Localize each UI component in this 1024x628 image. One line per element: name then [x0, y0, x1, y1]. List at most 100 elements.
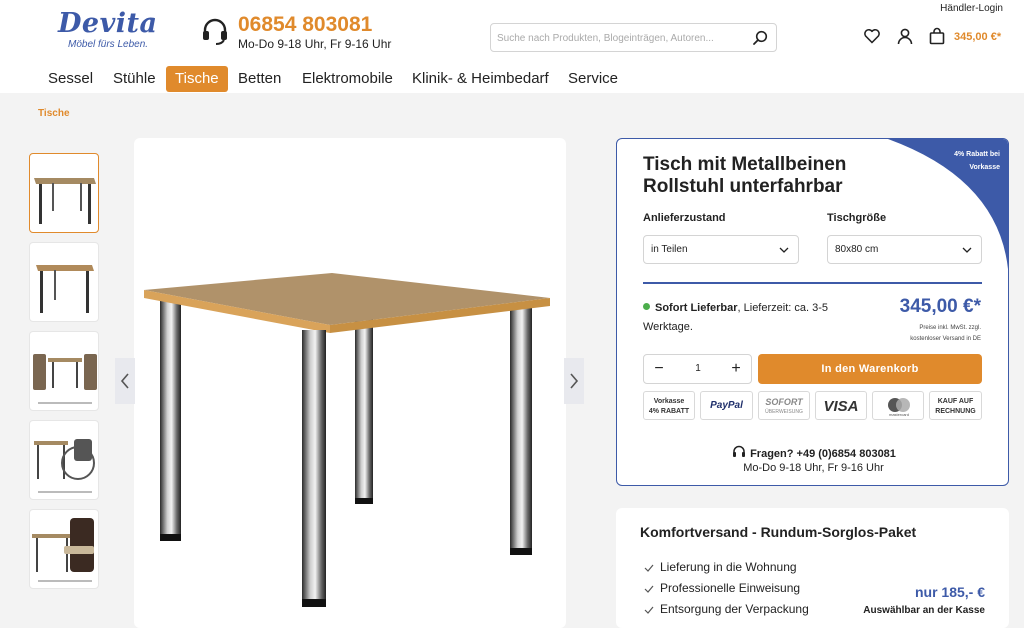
thumbnail-5[interactable]: [29, 509, 99, 589]
breadcrumb[interactable]: Tische: [38, 108, 70, 119]
search-bar: [490, 23, 777, 52]
search-input[interactable]: [497, 29, 745, 47]
promo-badge-text: 4% Rabatt bei Vorkasse: [930, 148, 1000, 174]
nav-item-sessel[interactable]: Sessel: [39, 66, 102, 92]
gallery-prev-button[interactable]: [115, 358, 135, 404]
thumbnail-4[interactable]: [29, 420, 99, 500]
headset-icon: [203, 18, 227, 45]
chevron-right-icon: [570, 373, 579, 389]
checkmark-icon: [644, 606, 654, 614]
table-size-value: 80x80 cm: [835, 244, 879, 255]
quantity-stepper: − 1 +: [643, 354, 752, 384]
divider: [643, 282, 982, 284]
availability-info: Sofort Lieferbar, Lieferzeit: ca. 3-5 We…: [643, 299, 858, 337]
table-size-select[interactable]: 80x80 cm: [827, 235, 982, 264]
checkmark-icon: [644, 564, 654, 572]
logo-tagline: Möbel fürs Leben.: [68, 39, 149, 50]
comfort-shipping-box: Komfortversand - Rundum-Sorglos-Paket Li…: [616, 508, 1009, 628]
comfort-feature-list: Lieferung in die Wohnung Professionelle …: [644, 558, 809, 621]
promo-line-1: 4% Rabatt bei: [954, 151, 1000, 158]
promo-line-2: Vorkasse: [969, 164, 1000, 171]
product-buy-box: 4% Rabatt bei Vorkasse Tisch mit Metallb…: [616, 138, 1009, 486]
delivery-state-select[interactable]: in Teilen: [643, 235, 799, 264]
help-phone-text: Fragen? +49 (0)6854 803081: [750, 448, 896, 460]
invoice-line-2: RECHNUNG: [935, 408, 976, 415]
thumbnail-1[interactable]: [29, 153, 99, 233]
gallery-next-button[interactable]: [564, 358, 584, 404]
product-title-line-1: Tisch mit Metallbeinen: [643, 154, 847, 175]
main-nav: Sessel Stühle Tische Betten Elektromobil…: [0, 64, 1024, 93]
logo-wordmark: Devita: [58, 8, 158, 39]
delivery-state-value: in Teilen: [651, 244, 688, 255]
visa-label: VISA: [823, 398, 859, 415]
table-thumbnail-image: [36, 265, 94, 313]
comfort-feature-text: Entsorgung der Verpackung: [660, 602, 809, 616]
price-note-line-1: Preise inkl. MwSt. zzgl.: [919, 325, 981, 331]
nav-item-elektromobile[interactable]: Elektromobile: [293, 66, 402, 92]
heart-icon[interactable]: [863, 27, 881, 45]
comfort-feature-item: Professionelle Einweisung: [644, 579, 809, 600]
product-title-line-2: Rollstuhl unterfahrbar: [643, 176, 843, 197]
chevron-down-icon: [779, 247, 789, 253]
sofort-line-2: ÜBERWEISUNG: [765, 409, 803, 415]
payment-vorkasse-badge: Vorkasse 4% RABATT: [643, 391, 695, 420]
payment-mastercard-badge: mastercard: [872, 391, 924, 420]
sofort-line-1: SOFORT: [765, 397, 803, 407]
user-icon[interactable]: [896, 27, 914, 45]
product-title: Tisch mit Metallbeinen Rollstuhl unterfa…: [643, 154, 933, 198]
help-hotline[interactable]: Fragen? +49 (0)6854 803081: [617, 444, 1008, 460]
vorkasse-line-1: Vorkasse: [653, 398, 685, 405]
product-price: 345,00 €*: [899, 296, 981, 317]
invoice-line-1: KAUF AUF: [937, 398, 974, 405]
nav-item-service[interactable]: Service: [559, 66, 627, 92]
nav-item-betten[interactable]: Betten: [229, 66, 290, 92]
site-header: Devita Möbel fürs Leben. 06854 803081 Mo…: [0, 0, 1024, 64]
product-image-table: [144, 273, 550, 607]
table-wheelchair-thumbnail-image: [34, 439, 95, 493]
quantity-decrease-button[interactable]: −: [650, 359, 668, 379]
add-to-cart-button[interactable]: In den Warenkorb: [758, 354, 982, 384]
paypal-label: PayPal: [710, 400, 743, 411]
payment-sofort-badge: SOFORT ÜBERWEISUNG: [758, 391, 810, 420]
delivery-state-label: Anlieferzustand: [643, 212, 726, 224]
payment-invoice-badge: KAUF AUF RECHNUNG: [929, 391, 982, 420]
table-thumbnail-image: [34, 178, 96, 224]
nav-item-stuehle[interactable]: Stühle: [104, 66, 165, 92]
comfort-feature-item: Entsorgung der Verpackung: [644, 600, 809, 621]
quantity-value[interactable]: 1: [684, 363, 712, 374]
payment-paypal-badge: PayPal: [700, 391, 753, 420]
availability-status: Sofort Lieferbar: [655, 302, 738, 314]
table-chairs-thumbnail-image: [33, 354, 97, 404]
thumbnail-2[interactable]: [29, 242, 99, 322]
dealer-login-link[interactable]: Händler-Login: [940, 3, 1003, 14]
phone-number[interactable]: 06854 803081: [238, 13, 372, 37]
nav-item-klinik-heimbedarf[interactable]: Klinik- & Heimbedarf: [403, 66, 558, 92]
price-note: Preise inkl. MwSt. zzgl. kostenloser Ver…: [871, 323, 981, 345]
search-icon[interactable]: [752, 30, 768, 46]
help-hours: Mo-Do 9-18 Uhr, Fr 9-16 Uhr: [743, 462, 884, 474]
comfort-title: Komfortversand - Rundum-Sorglos-Paket: [640, 524, 917, 540]
comfort-feature-text: Professionelle Einweisung: [660, 581, 801, 595]
cart-icon[interactable]: [928, 27, 946, 45]
table-armchair-thumbnail-image: [32, 518, 94, 582]
product-image-gallery: [134, 138, 566, 628]
table-size-label: Tischgröße: [827, 212, 887, 224]
comfort-note: Auswählbar an der Kasse: [863, 605, 985, 616]
comfort-feature-item: Lieferung in die Wohnung: [644, 558, 809, 579]
availability-dot-icon: [643, 303, 650, 310]
quantity-increase-button[interactable]: +: [727, 359, 745, 379]
nav-item-tische[interactable]: Tische: [166, 66, 228, 92]
logo[interactable]: Devita Möbel fürs Leben.: [58, 8, 158, 51]
thumbnail-3[interactable]: [29, 331, 99, 411]
comfort-feature-text: Lieferung in die Wohnung: [660, 560, 797, 574]
chevron-down-icon: [962, 247, 972, 253]
checkmark-icon: [644, 585, 654, 593]
comfort-price: nur 185,- €: [914, 584, 985, 600]
mastercard-label: mastercard: [888, 412, 909, 417]
cart-total[interactable]: 345,00 €*: [954, 31, 1001, 43]
price-note-line-2: kostenloser Versand in DE: [910, 336, 981, 342]
vorkasse-line-2: 4% RABATT: [648, 408, 690, 415]
payment-visa-badge: VISA: [815, 391, 867, 420]
headset-icon: [733, 445, 746, 457]
chevron-left-icon: [120, 373, 129, 389]
